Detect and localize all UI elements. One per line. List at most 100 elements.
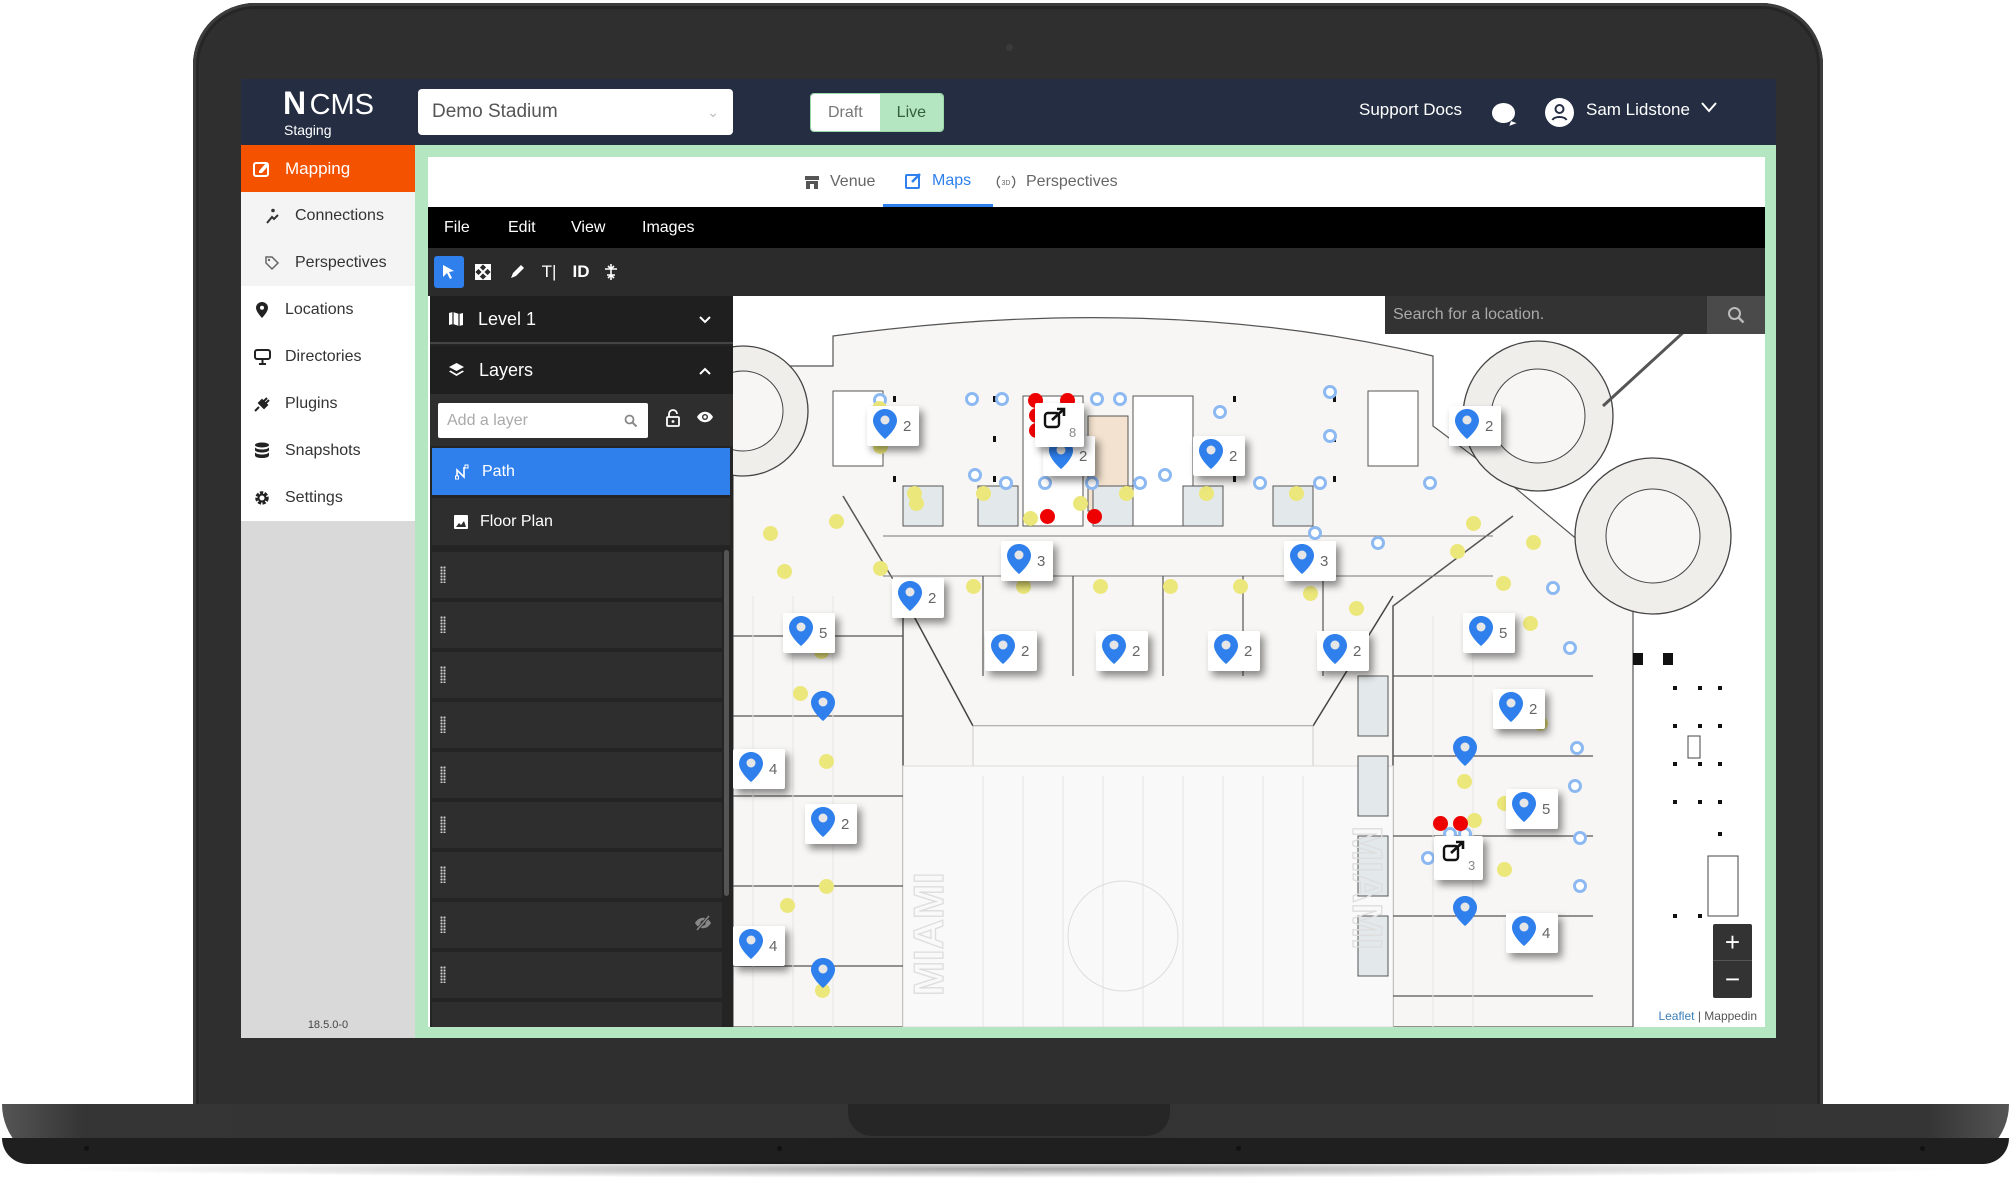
connection-node[interactable] bbox=[1038, 476, 1052, 490]
connection-node[interactable] bbox=[1313, 476, 1327, 490]
location-cluster[interactable]: 2 bbox=[867, 406, 920, 446]
location-cluster[interactable]: 4 bbox=[1506, 913, 1559, 953]
draft-button[interactable]: Draft bbox=[811, 94, 880, 131]
path-node[interactable] bbox=[1466, 516, 1481, 531]
drag-handle-icon[interactable] bbox=[440, 666, 446, 683]
sidebar-item-mapping[interactable]: Mapping bbox=[241, 145, 415, 192]
location-pin-icon[interactable] bbox=[1453, 736, 1477, 771]
connection-node[interactable] bbox=[968, 468, 982, 482]
path-node[interactable] bbox=[966, 579, 981, 594]
location-cluster[interactable]: 2 bbox=[1193, 436, 1246, 476]
path-node[interactable] bbox=[793, 686, 808, 701]
connection-node[interactable] bbox=[1323, 385, 1337, 399]
sidebar-item-directories[interactable]: Directories bbox=[241, 333, 415, 380]
path-node[interactable] bbox=[763, 526, 778, 541]
user-name[interactable]: Sam Lidstone bbox=[1586, 100, 1690, 120]
location-cluster[interactable]: 3 bbox=[1284, 541, 1337, 581]
connection-node[interactable] bbox=[1090, 392, 1104, 406]
tab-maps[interactable]: Maps bbox=[883, 157, 994, 207]
connection-node[interactable] bbox=[1423, 476, 1437, 490]
location-cluster[interactable]: 3 bbox=[1001, 541, 1054, 581]
app-logo[interactable]: N CMS Staging bbox=[283, 85, 374, 138]
exit-node[interactable] bbox=[1087, 509, 1102, 524]
layer-row[interactable] bbox=[432, 1002, 722, 1027]
layers-section-header[interactable]: Layers bbox=[430, 346, 733, 394]
location-search[interactable]: Search for a location. bbox=[1385, 296, 1765, 334]
drag-handle-icon[interactable] bbox=[440, 966, 446, 983]
menu-view[interactable]: View bbox=[571, 207, 605, 248]
path-node[interactable] bbox=[1450, 544, 1465, 559]
path-node[interactable] bbox=[1467, 813, 1482, 828]
path-node[interactable] bbox=[780, 898, 795, 913]
location-cluster[interactable]: 2 bbox=[805, 804, 858, 844]
eye-icon[interactable] bbox=[696, 410, 714, 429]
id-tool-button[interactable]: ID bbox=[566, 256, 596, 288]
layer-row[interactable] bbox=[432, 552, 722, 598]
exit-node[interactable] bbox=[1433, 816, 1448, 831]
path-node[interactable] bbox=[873, 561, 888, 576]
tab-perspectives[interactable]: 3D Perspectives bbox=[996, 157, 1118, 207]
select-tool-button[interactable] bbox=[434, 256, 464, 288]
path-node[interactable] bbox=[1093, 579, 1108, 594]
add-layer-input[interactable]: Add a layer bbox=[438, 403, 648, 438]
layer-row[interactable] bbox=[432, 952, 722, 998]
path-node[interactable] bbox=[1119, 486, 1134, 501]
connection-node[interactable] bbox=[1253, 476, 1267, 490]
location-cluster[interactable]: 2 bbox=[1208, 631, 1261, 671]
location-cluster[interactable]: 2 bbox=[1493, 689, 1546, 729]
connection-node[interactable] bbox=[1573, 879, 1587, 893]
layer-item-path[interactable]: Path bbox=[432, 448, 730, 495]
path-node[interactable] bbox=[1163, 579, 1178, 594]
connection-node[interactable] bbox=[1085, 476, 1099, 490]
sidebar-item-locations[interactable]: Locations bbox=[241, 286, 415, 333]
path-node[interactable] bbox=[1496, 576, 1511, 591]
location-pin-icon[interactable] bbox=[1453, 896, 1477, 931]
path-node[interactable] bbox=[1349, 601, 1364, 616]
path-node[interactable] bbox=[1457, 774, 1472, 789]
connection-node[interactable] bbox=[1113, 392, 1127, 406]
support-docs-link[interactable]: Support Docs bbox=[1359, 100, 1462, 120]
tab-venue[interactable]: Venue bbox=[804, 157, 875, 207]
map-canvas[interactable]: MIAMI MIAMI 2 2 2 2 3 3 2 5 2 2 2 2 5 2 4 2 5 4 4 8 3 Search… bbox=[733, 296, 1765, 1027]
connection-node[interactable] bbox=[1133, 476, 1147, 490]
path-node[interactable] bbox=[1023, 511, 1038, 526]
connection-node[interactable] bbox=[1573, 831, 1587, 845]
location-cluster[interactable]: 2 bbox=[1317, 631, 1370, 671]
drag-handle-icon[interactable] bbox=[440, 616, 446, 633]
path-node[interactable] bbox=[1526, 535, 1541, 550]
path-node[interactable] bbox=[976, 486, 991, 501]
drag-handle-icon[interactable] bbox=[440, 866, 446, 883]
path-node[interactable] bbox=[1233, 579, 1248, 594]
connection-node[interactable] bbox=[999, 476, 1013, 490]
layers-scrollbar[interactable] bbox=[724, 550, 729, 896]
venue-select[interactable]: Demo Stadium ⌄ bbox=[418, 89, 733, 135]
location-pin-icon[interactable] bbox=[811, 958, 835, 993]
location-cluster[interactable]: 4 bbox=[733, 749, 786, 789]
location-cluster[interactable]: 2 bbox=[1096, 631, 1149, 671]
connection-node[interactable] bbox=[1546, 581, 1560, 595]
drag-handle-icon[interactable] bbox=[440, 566, 446, 583]
location-cluster[interactable]: 2 bbox=[892, 578, 945, 618]
connection-node[interactable] bbox=[1308, 526, 1322, 540]
exit-node[interactable] bbox=[1453, 816, 1468, 831]
connection-node[interactable] bbox=[1371, 536, 1385, 550]
connection-node[interactable] bbox=[995, 392, 1009, 406]
drag-handle-icon[interactable] bbox=[440, 816, 446, 833]
avatar[interactable] bbox=[1545, 98, 1574, 127]
path-node[interactable] bbox=[1497, 862, 1512, 877]
path-node[interactable] bbox=[1073, 496, 1088, 511]
sidebar-item-settings[interactable]: Settings bbox=[241, 474, 415, 521]
connection-node[interactable] bbox=[1213, 405, 1227, 419]
eye-slash-icon[interactable] bbox=[694, 915, 712, 936]
connection-node[interactable] bbox=[1323, 429, 1337, 443]
path-node[interactable] bbox=[1199, 486, 1214, 501]
connection-node[interactable] bbox=[965, 392, 979, 406]
path-node[interactable] bbox=[819, 754, 834, 769]
connection-node[interactable] bbox=[1568, 779, 1582, 793]
exit-node[interactable] bbox=[1040, 509, 1055, 524]
user-menu-chevron-icon[interactable] bbox=[1701, 97, 1717, 118]
path-node[interactable] bbox=[1289, 486, 1304, 501]
menu-images[interactable]: Images bbox=[642, 207, 694, 248]
location-cluster[interactable]: 4 bbox=[733, 926, 786, 966]
zoom-in-button[interactable]: + bbox=[1713, 924, 1752, 961]
